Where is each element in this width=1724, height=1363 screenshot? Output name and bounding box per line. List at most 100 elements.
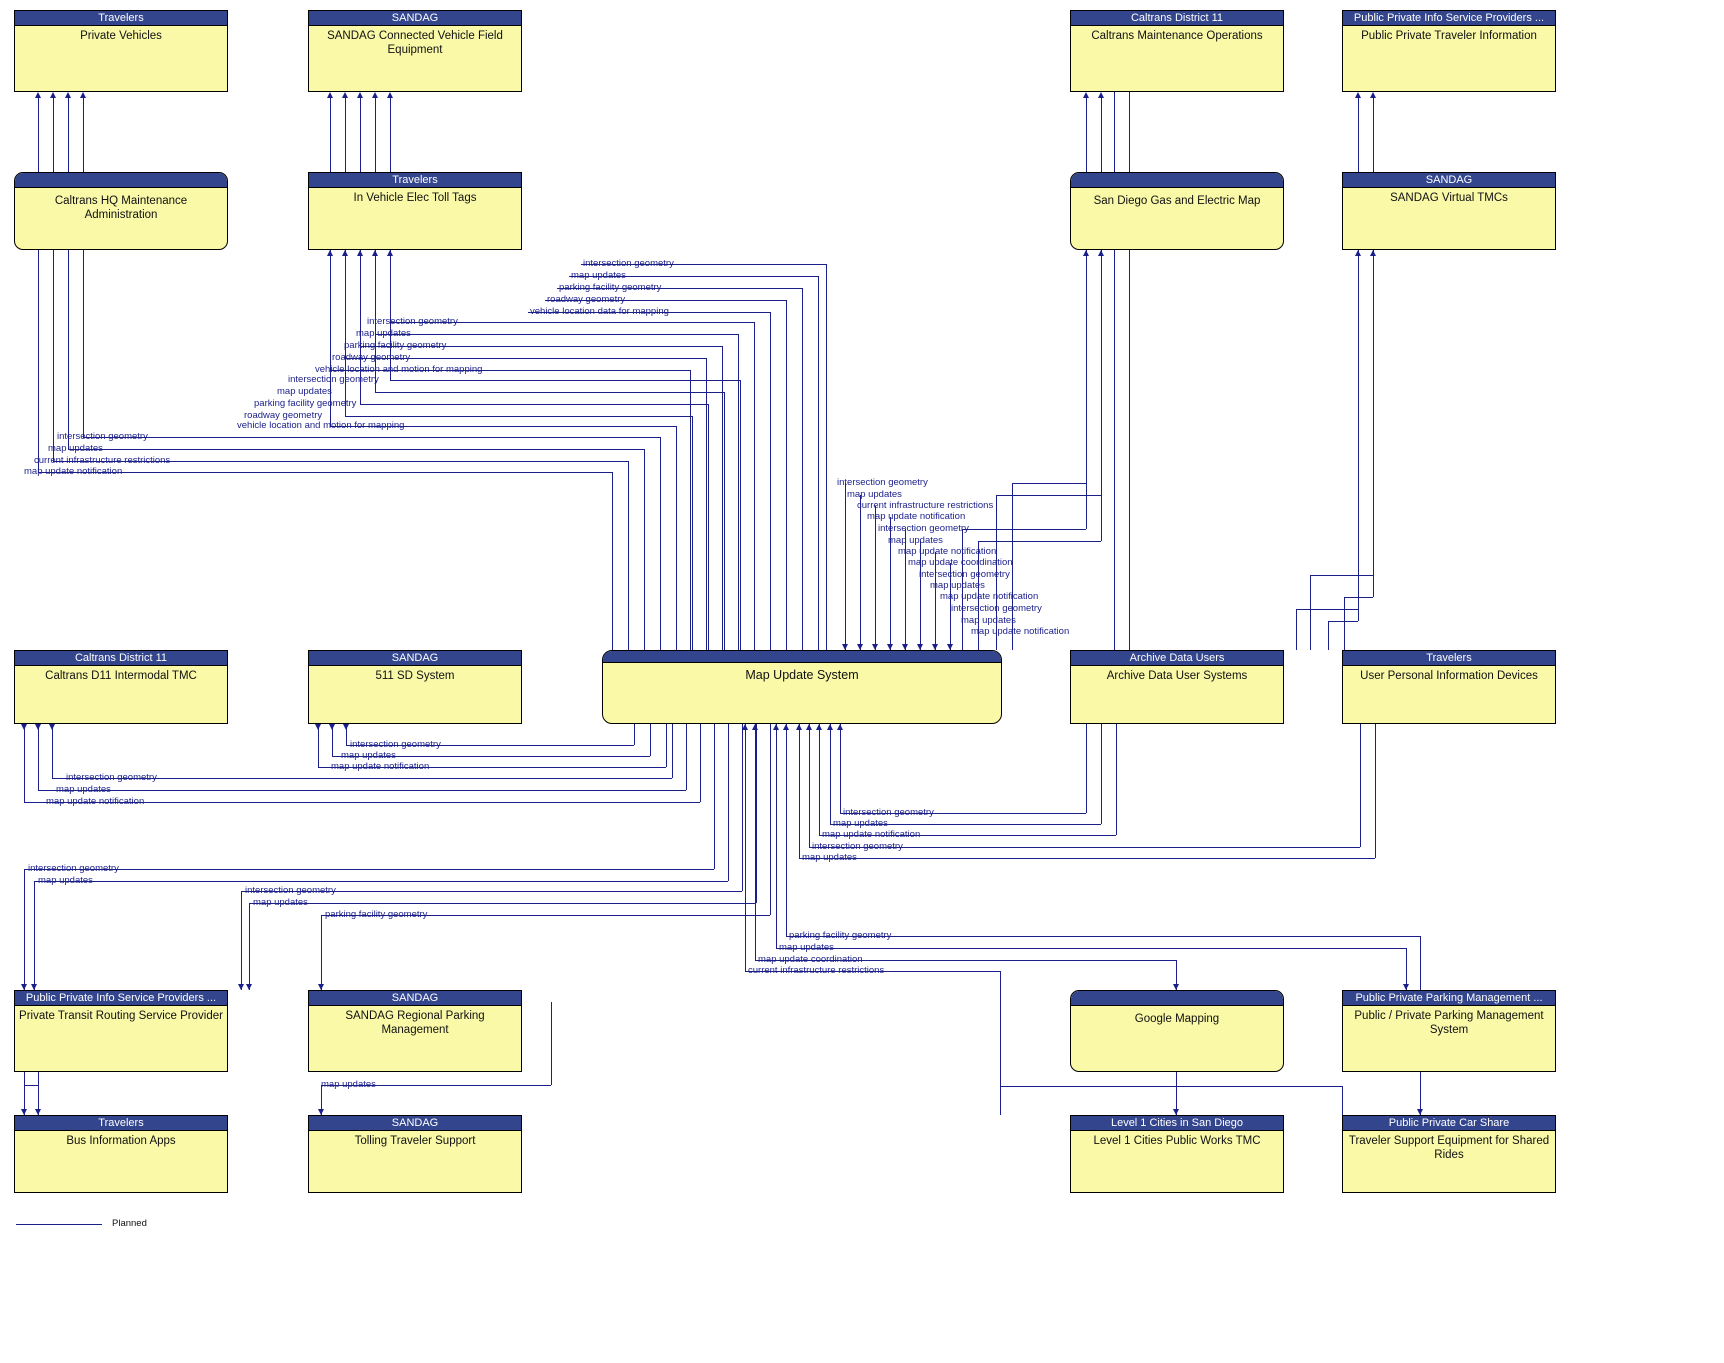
stakeholder-header: Level 1 Cities in San Diego [1071, 1116, 1283, 1131]
flow-segment-v [686, 724, 687, 790]
flow-label-f45: intersection geometry [28, 863, 119, 874]
flow-segment-v [722, 346, 723, 650]
element-name: Public / Private Parking Management Syst… [1354, 1010, 1544, 1036]
element-box-sandag_parking_mgmt[interactable]: SANDAG SANDAG Regional Parking Management [308, 990, 522, 1072]
flow-label-f09: roadway geometry [332, 352, 411, 363]
flow-segment-v [1344, 597, 1345, 650]
element-box-shared_ride_support[interactable]: Public Private Car Share Traveler Support… [1342, 1115, 1556, 1193]
flow-label-f29: map updates [930, 580, 985, 591]
flow-label-f46: map updates [38, 875, 93, 886]
element-box-bus_info_apps[interactable]: Travelers Bus Information Apps [14, 1115, 228, 1193]
flow-segment-v [756, 724, 757, 903]
flow-segment-v [826, 264, 827, 650]
flow-label-f50: parking facility geometry [789, 930, 892, 941]
flow-label-f22: current infrastructure restrictions [857, 500, 994, 511]
flow-segment-v [650, 724, 651, 756]
stakeholder-header: SANDAG [1343, 173, 1555, 188]
flow-label-f11: intersection geometry [288, 374, 379, 385]
stakeholder-header: Archive Data Users [1071, 651, 1283, 666]
element-name: Google Mapping [1134, 1013, 1220, 1025]
flow-segment-h [776, 948, 1406, 949]
element-box-private_transit_routing[interactable]: Public Private Info Service Providers ..… [14, 990, 228, 1072]
flow-label-f25: map updates [888, 535, 943, 546]
flow-segment-v [786, 724, 787, 936]
flow-segment-v [786, 300, 787, 650]
stakeholder-header [15, 173, 227, 188]
flow-segment-v [24, 724, 25, 802]
stakeholder-header: Public Private Parking Management ... [1343, 991, 1555, 1006]
stakeholder-header: Travelers [15, 1116, 227, 1131]
flow-segment-h [962, 529, 1086, 530]
flow-segment-h [1344, 597, 1373, 598]
element-name: Caltrans Maintenance Operations [1091, 30, 1263, 42]
element-name: Tolling Traveler Support [354, 1135, 476, 1147]
flow-segment-v [660, 437, 661, 650]
stakeholder-header: SANDAG [309, 991, 521, 1006]
element-box-in_vehicle_toll_tags[interactable]: Travelers In Vehicle Elec Toll Tags [308, 172, 522, 250]
flow-segment-v [1101, 256, 1102, 541]
flow-segment-h [24, 869, 714, 870]
element-box-sd511[interactable]: SANDAG 511 SD System [308, 650, 522, 724]
flow-segment-v [321, 915, 322, 990]
element-box-tolling_traveler_support[interactable]: SANDAG Tolling Traveler Support [308, 1115, 522, 1193]
element-box-sandag_virtual_tmcs[interactable]: SANDAG SANDAG Virtual TMCs [1342, 172, 1556, 250]
flow-label-f24: intersection geometry [878, 523, 969, 534]
flow-segment-v [830, 724, 831, 824]
element-box-pp_parking_mgmt[interactable]: Public Private Parking Management ... Pub… [1342, 990, 1556, 1072]
stakeholder-header: SANDAG [309, 1116, 521, 1131]
flow-label-f37: intersection geometry [66, 772, 157, 783]
flow-segment-h [1000, 1086, 1342, 1087]
flow-segment-v [754, 322, 755, 650]
flow-segment-v [770, 312, 771, 650]
flow-label-f15: vehicle location and motion for mapping [237, 420, 405, 431]
element-box-map_update_system[interactable]: Map Update System [602, 650, 1002, 724]
flow-arrow-up [741, 724, 748, 730]
flow-segment-v [738, 334, 739, 650]
flow-label-f23: map update notification [867, 511, 966, 522]
architecture-diagram: Travelers Private Vehicles SANDAG SANDAG Co… [0, 0, 1724, 1363]
flow-segment-v [24, 869, 25, 990]
element-box-caltrans_maint_ops[interactable]: Caltrans District 11 Caltrans Maintenance… [1070, 10, 1284, 92]
flow-segment-v [1086, 256, 1087, 529]
element-box-google_mapping[interactable]: Google Mapping [1070, 990, 1284, 1072]
element-box-caltrans_hq_maint[interactable]: Caltrans HQ Maintenance Administration [14, 172, 228, 250]
element-box-archive_data_users[interactable]: Archive Data Users Archive Data User Syst… [1070, 650, 1284, 724]
element-name: SANDAG Virtual TMCs [1390, 192, 1508, 204]
flow-segment-h [360, 404, 708, 405]
flow-segment-v [1328, 621, 1329, 650]
element-box-level1_cities_pw[interactable]: Level 1 Cities in San Diego Level 1 Citie… [1070, 1115, 1284, 1193]
flow-segment-v [770, 724, 771, 915]
flow-label-f05: vehicle location data for mapping [530, 306, 669, 317]
flow-label-f21: map updates [847, 489, 902, 500]
flow-label-f34: intersection geometry [350, 739, 441, 750]
flow-label-f54: map updates [321, 1079, 376, 1090]
flow-segment-v [1116, 724, 1117, 835]
flow-segment-v [1101, 724, 1102, 824]
flow-segment-v [612, 472, 613, 650]
element-box-pp_traveler_info[interactable]: Public Private Info Service Providers ..… [1342, 10, 1556, 92]
flow-segment-v [318, 724, 319, 767]
flow-segment-v [840, 724, 841, 813]
element-box-sdge_map[interactable]: San Diego Gas and Electric Map [1070, 172, 1284, 250]
flow-segment-v [83, 98, 84, 437]
flow-segment-v [1342, 1086, 1343, 1115]
flow-label-f20: intersection geometry [837, 477, 928, 488]
element-box-caltrans_d11_tmc[interactable]: Caltrans District 11 Caltrans D11 Intermo… [14, 650, 228, 724]
flow-label-f43: intersection geometry [812, 841, 903, 852]
stakeholder-header: Public Private Info Service Providers ..… [1343, 11, 1555, 26]
stakeholder-header: Travelers [1343, 651, 1555, 666]
element-box-sandag_cv_field[interactable]: SANDAG SANDAG Connected Vehicle Field Equ… [308, 10, 522, 92]
flow-label-f06: intersection geometry [367, 316, 458, 327]
flow-segment-h [978, 541, 1101, 542]
flow-segment-v [628, 461, 629, 650]
element-box-private_vehicles[interactable]: Travelers Private Vehicles [14, 10, 228, 92]
flow-label-f41: map updates [833, 818, 888, 829]
flow-label-f47: intersection geometry [245, 885, 336, 896]
flow-label-f26: map update notification [898, 546, 997, 557]
flow-segment-v [845, 483, 846, 650]
stakeholder-header: Public Private Car Share [1343, 1116, 1555, 1131]
flow-arrow-up [795, 724, 802, 730]
flow-segment-h [1012, 483, 1086, 484]
stakeholder-header: Caltrans District 11 [15, 651, 227, 666]
element-box-user_personal_devices[interactable]: Travelers User Personal Information Devic… [1342, 650, 1556, 724]
